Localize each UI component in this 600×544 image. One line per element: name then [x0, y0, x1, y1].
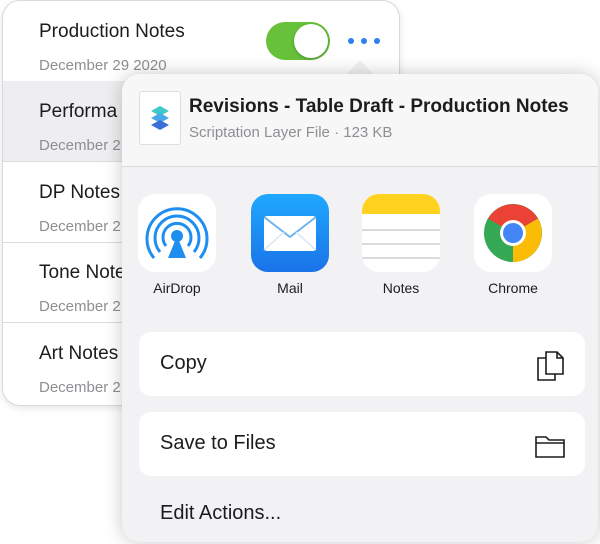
dot-icon	[348, 38, 354, 44]
popover-arrow	[346, 60, 374, 75]
list-item[interactable]: Production Notes December 29 2020	[3, 1, 399, 82]
share-app-chrome[interactable]: Chrome	[458, 194, 568, 296]
chrome-icon	[474, 194, 552, 272]
folder-icon	[535, 436, 565, 458]
notes-icon	[362, 194, 440, 272]
app-label: Mail	[277, 280, 303, 296]
file-meta: Scriptation Layer File · 123 KB	[189, 124, 393, 141]
app-label: Chrome	[488, 280, 538, 296]
file-name: Revisions - Table Draft - Production Not…	[189, 96, 569, 117]
action-label: Copy	[160, 352, 207, 374]
save-to-files-button[interactable]: Save to Files	[139, 412, 585, 476]
dot-icon	[361, 38, 367, 44]
app-label: Notes	[382, 280, 420, 296]
layer-toggle[interactable]	[266, 22, 330, 60]
share-sheet: Revisions - Table Draft - Production Not…	[122, 74, 598, 542]
app-label: AirDrop	[153, 280, 201, 296]
scriptation-layer-file-icon	[139, 91, 181, 145]
more-options-button[interactable]	[348, 31, 380, 51]
note-title: Performa	[39, 101, 118, 122]
edit-actions-button[interactable]: Edit Actions...	[160, 502, 281, 525]
copy-icon	[537, 351, 564, 381]
note-date: December 2	[39, 137, 121, 154]
note-date: December 29 2020	[39, 57, 167, 74]
share-app-notes[interactable]: Notes	[346, 194, 456, 296]
share-app-airdrop[interactable]: AirDrop	[122, 194, 232, 296]
share-app-mail[interactable]: Mail	[235, 194, 345, 296]
file-header: Revisions - Table Draft - Production Not…	[122, 74, 598, 167]
toggle-knob	[294, 24, 328, 58]
note-title: DP Notes	[39, 182, 120, 203]
note-title: Production Notes	[39, 21, 185, 42]
action-label: Save to Files	[160, 432, 276, 454]
note-date: December 2	[39, 379, 121, 396]
airdrop-icon	[138, 194, 216, 272]
note-title: Tone Note	[39, 262, 126, 283]
mail-icon	[251, 194, 329, 272]
note-title: Art Notes	[39, 343, 119, 364]
copy-action-button[interactable]: Copy	[139, 332, 585, 396]
dot-icon	[374, 38, 380, 44]
note-date: December 2	[39, 218, 121, 235]
note-date: December 2	[39, 298, 121, 315]
